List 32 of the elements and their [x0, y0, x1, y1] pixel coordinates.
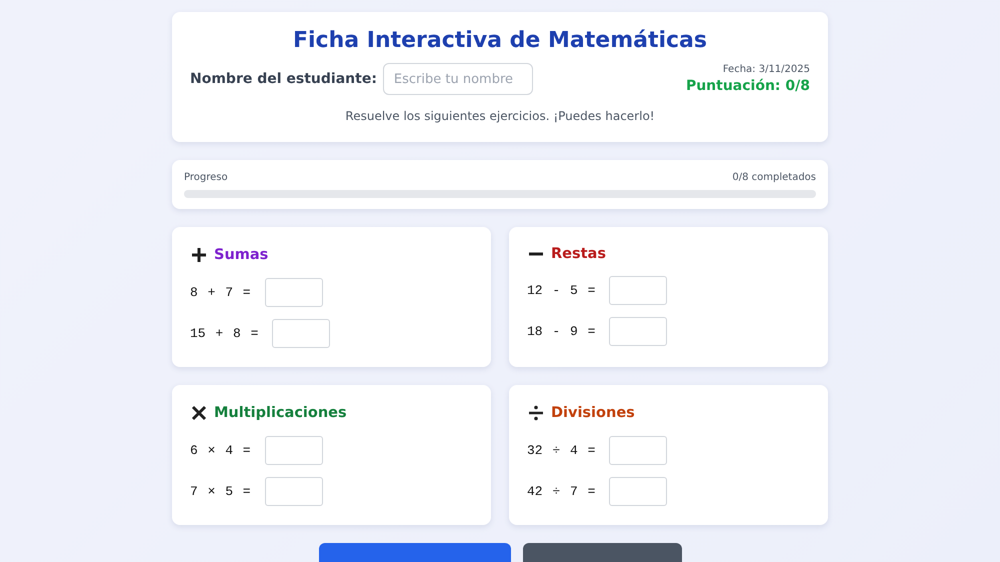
divide-icon — [527, 404, 545, 422]
section-title: Sumas — [214, 247, 268, 263]
score-text: Puntuación: 0/8 — [686, 78, 810, 94]
answer-field[interactable] — [609, 317, 668, 346]
answer-field[interactable] — [272, 319, 330, 348]
answer-field[interactable] — [609, 477, 668, 506]
math-expression: 8 + 7 = — [190, 285, 251, 300]
section-title: Multiplicaciones — [214, 405, 347, 421]
answer-field[interactable] — [609, 276, 668, 305]
page-title: Ficha Interactiva de Matemáticas — [292, 28, 707, 53]
math-expression: 32 ÷ 4 = — [527, 443, 596, 458]
minus-icon — [527, 252, 545, 256]
answer-field[interactable] — [264, 477, 323, 506]
math-expression: 15 + 8 = — [190, 326, 258, 341]
close-icon — [190, 404, 208, 422]
math-expression: 7 × 5 = — [190, 484, 251, 499]
progress-count: 0/8 completados — [732, 172, 816, 183]
section-title: Restas — [551, 246, 606, 262]
math-expression: 18 - 9 = — [527, 324, 596, 339]
instructions-text: Resuelve los siguientes ejercicios. ¡Puedes hacerlo! — [345, 109, 655, 123]
date-text: Fecha: 3/11/2025 — [722, 64, 810, 75]
plus-icon — [190, 246, 208, 264]
answer-field[interactable] — [264, 278, 323, 307]
section-title: Divisiones — [551, 405, 635, 421]
math-expression: 42 ÷ 7 = — [527, 484, 596, 499]
math-expression: 6 × 4 = — [190, 443, 251, 458]
student-label: Nombre del estudiante: — [190, 71, 377, 87]
answer-field[interactable] — [609, 436, 668, 465]
answer-field[interactable] — [264, 436, 323, 465]
math-expression: 12 - 5 = — [527, 283, 596, 298]
name-field[interactable]: Escribe tu nombre — [382, 63, 533, 95]
progress-label: Progreso — [184, 172, 228, 183]
